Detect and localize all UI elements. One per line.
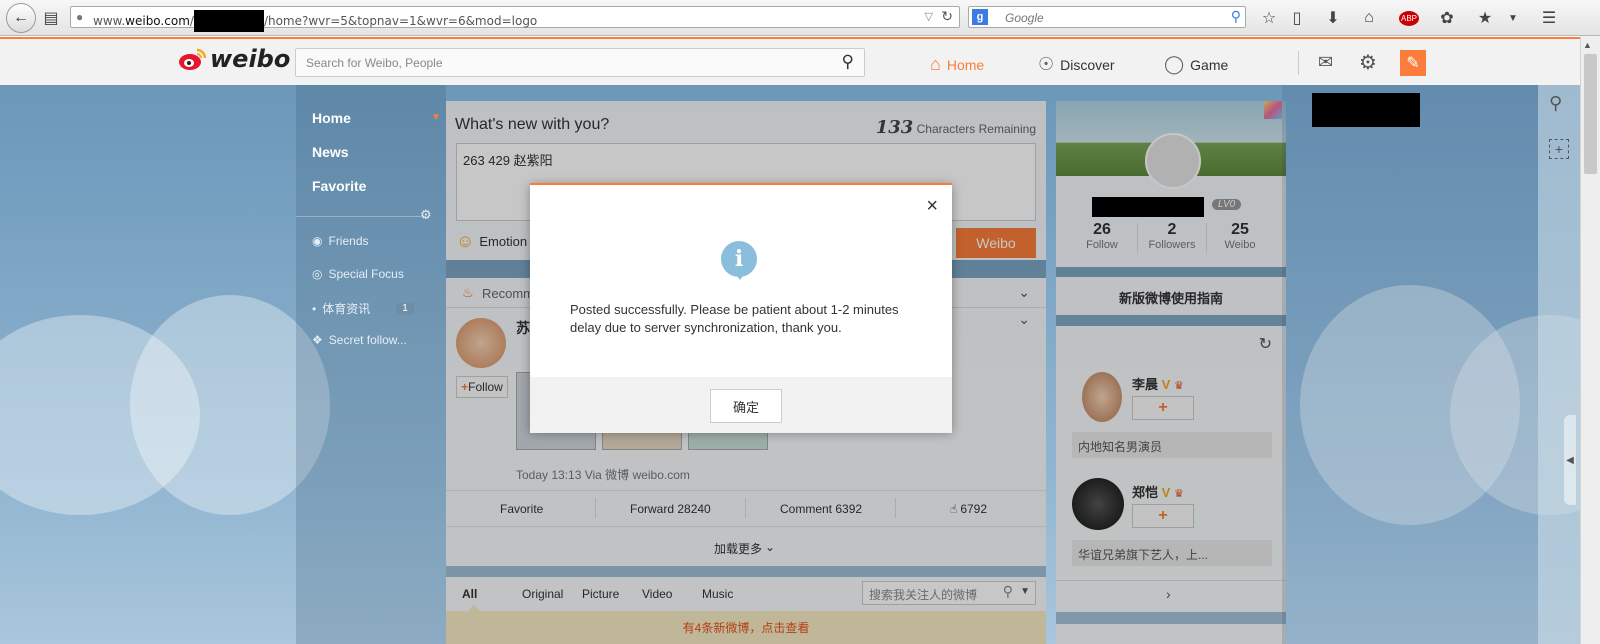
clipboard-icon[interactable]: ▯: [1286, 7, 1308, 29]
adblock-icon[interactable]: ABP: [1394, 7, 1424, 29]
collapse-handle[interactable]: ◀: [1564, 415, 1576, 505]
modal-dim: [1056, 101, 1286, 644]
search-icon[interactable]: ⚲: [842, 52, 854, 72]
nav-game[interactable]: ◯ Game: [1164, 54, 1228, 75]
focus-icon: ◎: [312, 267, 323, 281]
side-toolbar: ⚲ + ◀: [1538, 85, 1580, 644]
home-icon[interactable]: ⌂: [1358, 7, 1380, 29]
gear-icon[interactable]: ⚙: [1359, 50, 1377, 75]
nav-discover[interactable]: ☉ Discover: [1038, 54, 1115, 75]
close-icon[interactable]: ×: [926, 195, 938, 218]
scrollbar[interactable]: ▲: [1580, 36, 1600, 644]
redacted-block: [1312, 93, 1420, 127]
left-menu-friends[interactable]: ◉ Friends: [312, 234, 369, 248]
left-menu: Home ▼ News Favorite ⚙ ◉ Friends ◎ Special…: [296, 85, 446, 644]
weibo-logo[interactable]: weibo: [178, 45, 290, 73]
back-arrow-icon[interactable]: ←: [6, 3, 36, 33]
weibo-eye-icon: [179, 48, 207, 70]
sports-badge: 1: [396, 303, 414, 314]
left-menu-news[interactable]: News: [312, 144, 349, 160]
logo-text: weibo: [210, 45, 291, 73]
search-icon[interactable]: ⚲: [1549, 93, 1562, 114]
mail-icon[interactable]: ✉: [1318, 52, 1333, 73]
feather-icon: ❖: [312, 333, 323, 347]
globe-icon: ●: [76, 10, 84, 24]
weibo-top-nav: weibo Search for Weibo, People ⚲ ⌂ Home …: [0, 37, 1580, 85]
chevron-down-icon[interactable]: ▼: [1502, 7, 1524, 29]
star-icon[interactable]: ☆: [1258, 7, 1280, 29]
special-focus-label: Special Focus: [328, 267, 404, 281]
scrollbar-thumb[interactable]: [1584, 54, 1597, 174]
redacted-block: [193, 10, 264, 32]
gear-icon[interactable]: ⚙: [420, 207, 432, 223]
url-bar[interactable]: ● www.weibo.com//home?wvr=5&topnav=1&wvr…: [70, 6, 960, 32]
info-icon: i: [721, 241, 757, 277]
compose-icon[interactable]: ✎: [1400, 50, 1426, 76]
search-placeholder: Search for Weibo, People: [306, 56, 443, 70]
compass-icon: ☉: [1038, 54, 1055, 74]
nav-game-label: Game: [1190, 56, 1229, 73]
friends-label: Friends: [328, 234, 369, 248]
browser-search-placeholder: Google: [1005, 11, 1044, 25]
bookmarks-icon[interactable]: ▤: [40, 7, 62, 29]
magnifier-icon[interactable]: ⚲: [1231, 8, 1241, 25]
gamepad-icon: ◯: [1164, 54, 1185, 74]
right-column: [1282, 85, 1580, 644]
screenshot-icon[interactable]: +: [1549, 139, 1569, 159]
weibo-search-input[interactable]: Search for Weibo, People ⚲: [295, 48, 865, 77]
google-icon: g: [972, 9, 988, 25]
nav-home-label: Home: [946, 56, 985, 73]
sports-label: 体育资讯: [322, 302, 371, 316]
secret-follow-label: Secret follow...: [328, 333, 407, 347]
nav-divider: [1298, 51, 1299, 75]
bookmark-star-icon[interactable]: ★: [1474, 7, 1496, 29]
nav-home[interactable]: ⌂ Home: [930, 54, 984, 75]
nav-discover-label: Discover: [1060, 56, 1115, 73]
dropdown-arrow-icon[interactable]: ▽: [925, 10, 933, 23]
download-icon[interactable]: ⬇: [1322, 7, 1344, 29]
extension-icon[interactable]: ✿: [1436, 7, 1458, 29]
home-icon: ⌂: [930, 54, 941, 74]
dot-icon: •: [312, 301, 317, 316]
url-text: www.weibo.com//home?wvr=5&topnav=1&wvr=6…: [93, 10, 537, 32]
left-menu-home[interactable]: Home: [312, 110, 351, 126]
active-dot-icon: ▼: [431, 112, 441, 123]
success-dialog: × i Posted successfully. Please be patie…: [530, 183, 952, 433]
left-menu-secret-follow[interactable]: ❖ Secret follow...: [312, 333, 407, 347]
info-icon-tail: [735, 273, 745, 280]
left-menu-sports[interactable]: • 体育资讯 1: [312, 300, 414, 317]
ok-button[interactable]: 确定: [710, 389, 782, 423]
browser-toolbar: ← ▤ ● www.weibo.com//home?wvr=5&topnav=1…: [0, 0, 1600, 36]
menu-icon[interactable]: ☰: [1538, 7, 1560, 29]
menu-divider: [296, 216, 426, 217]
reload-icon[interactable]: ↻: [941, 8, 953, 25]
scroll-up-icon[interactable]: ▲: [1583, 40, 1592, 50]
left-menu-favorite[interactable]: Favorite: [312, 178, 366, 194]
dialog-footer: 确定: [530, 377, 952, 433]
friends-icon: ◉: [312, 234, 323, 248]
dialog-message: Posted successfully. Please be patient a…: [570, 302, 899, 335]
left-menu-special-focus[interactable]: ◎ Special Focus: [312, 267, 404, 281]
browser-search-box[interactable]: g Google ⚲: [968, 6, 1246, 28]
